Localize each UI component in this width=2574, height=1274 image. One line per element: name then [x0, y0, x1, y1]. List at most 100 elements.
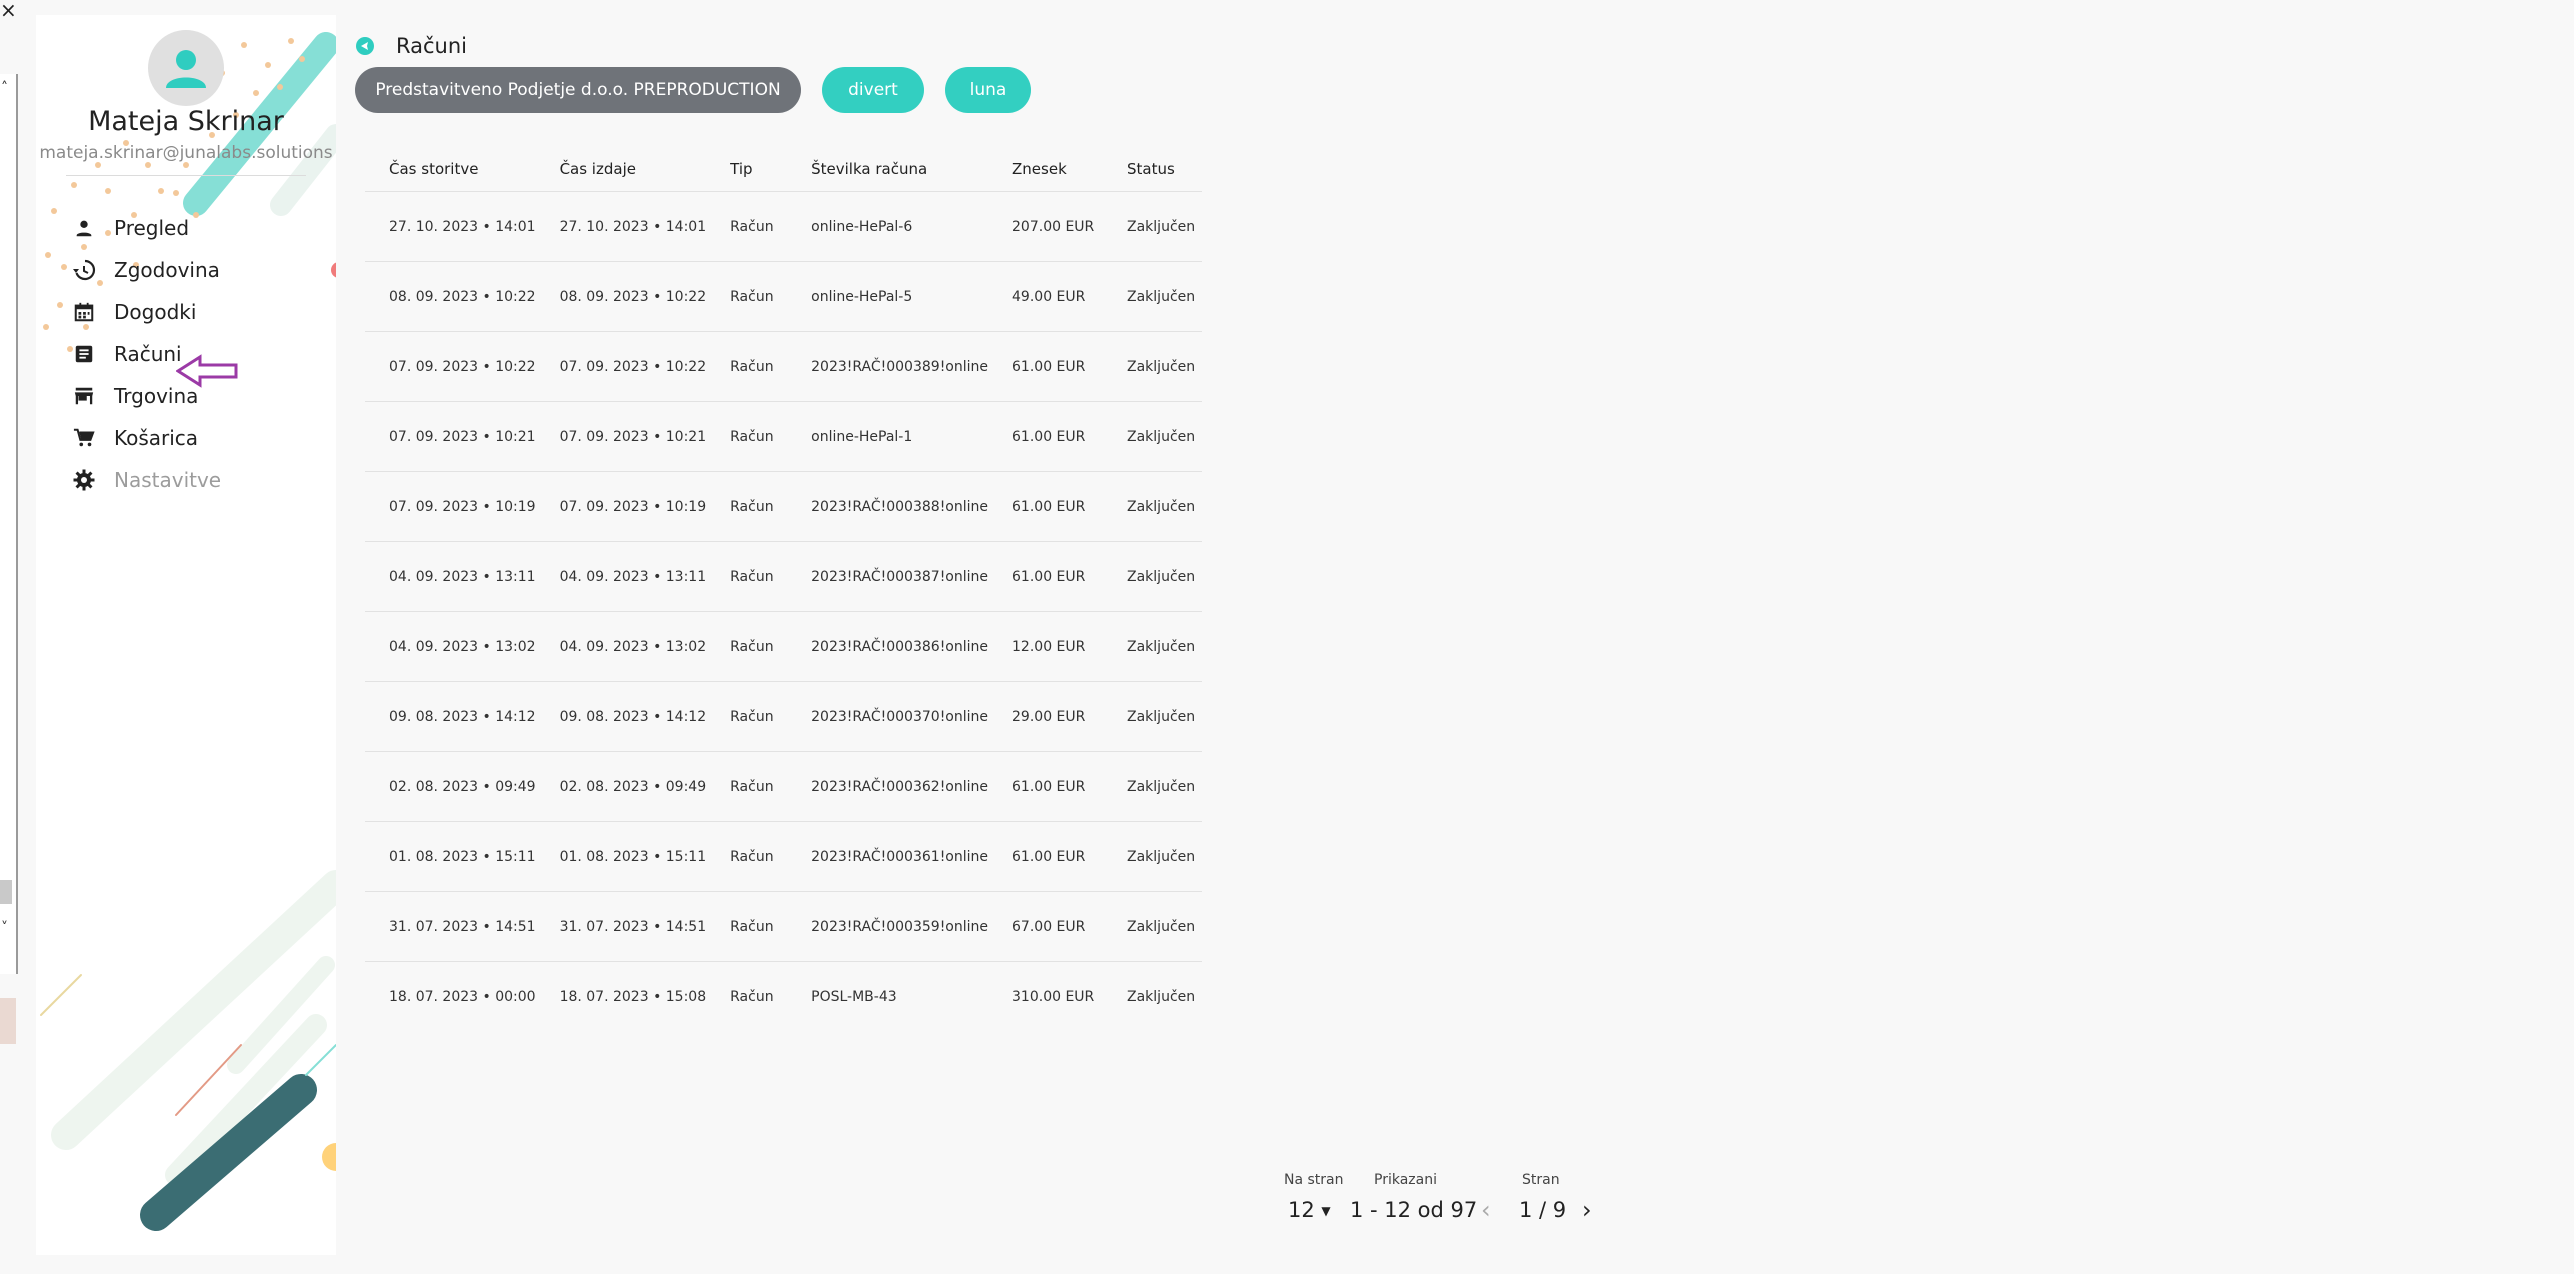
number-cell: 2023!RAČ!000361!online	[787, 821, 989, 892]
table-row[interactable]: 18. 07. 2023 • 00:00 18. 07. 2023 • 15:0…	[365, 962, 1202, 1032]
number-cell: online-HePal-5	[787, 261, 989, 332]
issue-time-cell: 04. 09. 2023 • 13:11	[535, 541, 707, 612]
amount-cell: 310.00 EUR	[1012, 988, 1095, 1005]
service-time-cell: 07. 09. 2023 • 10:21	[365, 401, 536, 472]
issue-time-cell: 01. 08. 2023 • 15:11	[535, 821, 707, 892]
status-cell: Zaključen	[1103, 891, 1202, 962]
table-row[interactable]: 09. 08. 2023 • 14:12 09. 08. 2023 • 14:1…	[365, 681, 1202, 752]
back-arrow-icon[interactable]	[356, 37, 374, 55]
amount-cell: 61.00 EUR	[988, 331, 1104, 402]
gear-icon	[70, 466, 98, 494]
person-icon	[70, 214, 98, 242]
service-time-cell: 07. 09. 2023 • 10:19	[365, 471, 536, 542]
store-icon	[70, 382, 98, 410]
sidebar-item-label: Nastavitve	[114, 468, 222, 492]
status-cell: Zaključen	[1103, 401, 1202, 472]
divert-filter-chip[interactable]: divert	[822, 67, 924, 113]
service-time-cell: 02. 08. 2023 • 09:49	[365, 751, 536, 822]
left-arrow-annotation-icon	[176, 354, 238, 388]
panel-fragment	[0, 998, 16, 1044]
table-row[interactable]: 07. 09. 2023 • 10:19 07. 09. 2023 • 10:1…	[365, 471, 1202, 542]
company-filter-chip[interactable]: Predstavitveno Podjetje d.o.o. PREPRODUC…	[355, 67, 801, 113]
sidebar-item-label: Pregled	[114, 216, 190, 240]
issue-time-cell: 18. 07. 2023 • 15:08	[559, 988, 707, 1005]
column-header-issue-time[interactable]: Čas izdaje	[535, 147, 707, 192]
table-row[interactable]: 04. 09. 2023 • 13:11 04. 09. 2023 • 13:1…	[365, 541, 1202, 612]
number-cell: 2023!RAČ!000387!online	[787, 541, 989, 612]
type-cell: Račun	[706, 751, 788, 822]
luna-filter-chip[interactable]: luna	[945, 67, 1031, 113]
table-row[interactable]: 04. 09. 2023 • 13:02 04. 09. 2023 • 13:0…	[365, 611, 1202, 682]
type-cell: Račun	[706, 821, 788, 892]
service-time-cell: 04. 09. 2023 • 13:02	[365, 611, 536, 682]
sidebar-item-nastavitve[interactable]: Nastavitve	[70, 459, 221, 501]
calendar-icon	[70, 298, 98, 326]
sidebar-item-zgodovina[interactable]: Zgodovina	[70, 249, 221, 291]
page-header: Računi	[356, 34, 467, 58]
number-cell: POSL-MB-43	[811, 988, 897, 1005]
number-cell: 2023!RAČ!000389!online	[787, 331, 989, 402]
status-cell: Zaključen	[1103, 471, 1202, 542]
shown-range: 1 - 12 od 97	[1350, 1198, 1478, 1222]
type-cell: Račun	[706, 471, 788, 542]
service-time-cell: 01. 08. 2023 • 15:11	[365, 821, 536, 892]
sidebar: Mateja Skrinar mateja.skrinar@junalabs.s…	[36, 15, 336, 1255]
table-row[interactable]: 07. 09. 2023 • 10:22 07. 09. 2023 • 10:2…	[365, 331, 1202, 402]
status-cell: Zaključen	[1103, 681, 1202, 752]
amount-cell: 61.00 EUR	[988, 401, 1104, 472]
type-cell: Račun	[706, 681, 788, 752]
issue-time-cell: 07. 09. 2023 • 10:22	[535, 331, 707, 402]
decorative-background	[40, 32, 336, 1231]
table-row[interactable]: 07. 09. 2023 • 10:21 07. 09. 2023 • 10:2…	[365, 401, 1202, 472]
table-row[interactable]: 27. 10. 2023 • 14:01 27. 10. 2023 • 14:0…	[365, 191, 1202, 262]
issue-time-cell: 08. 09. 2023 • 10:22	[535, 261, 707, 332]
issue-time-cell: 07. 09. 2023 • 10:21	[535, 401, 707, 472]
number-cell: 2023!RAČ!000370!online	[787, 681, 989, 752]
avatar[interactable]	[148, 30, 224, 106]
amount-cell: 49.00 EUR	[988, 261, 1104, 332]
type-cell: Račun	[730, 988, 774, 1005]
scroll-down-icon[interactable]: ˅	[1, 920, 8, 936]
close-icon[interactable]: ×	[0, 0, 17, 20]
issue-time-cell: 02. 08. 2023 • 09:49	[535, 751, 707, 822]
table-row[interactable]: 08. 09. 2023 • 10:22 08. 09. 2023 • 10:2…	[365, 261, 1202, 332]
type-cell: Račun	[706, 331, 788, 402]
per-page-select[interactable]: 12 ▼	[1288, 1198, 1331, 1222]
shown-label: Prikazani	[1374, 1172, 1437, 1188]
history-icon	[70, 256, 98, 284]
service-time-cell: 31. 07. 2023 • 14:51	[365, 891, 536, 962]
amount-cell: 12.00 EUR	[988, 611, 1104, 682]
sidebar-item-dogodki[interactable]: Dogodki	[70, 291, 221, 333]
amount-cell: 67.00 EUR	[988, 891, 1104, 962]
chevron-left-icon[interactable]: ‹	[1481, 1196, 1491, 1224]
number-cell: 2023!RAČ!000386!online	[787, 611, 989, 682]
column-header-service-time[interactable]: Čas storitve	[365, 147, 536, 192]
user-name: Mateja Skrinar	[88, 106, 284, 137]
divider	[66, 175, 306, 176]
table-header-row: Čas storitve Čas izdaje Tip Številka rač…	[365, 147, 1202, 192]
type-cell: Račun	[706, 401, 788, 472]
service-time-cell: 27. 10. 2023 • 14:01	[365, 191, 536, 262]
scroll-up-icon[interactable]: ˄	[1, 80, 8, 96]
table-row[interactable]: 01. 08. 2023 • 15:11 01. 08. 2023 • 15:1…	[365, 821, 1202, 892]
sidebar-item-kosarica[interactable]: Košarica	[70, 417, 221, 459]
status-cell: Zaključen	[1103, 191, 1202, 262]
page-title: Računi	[396, 34, 467, 58]
sidebar-item-pregled[interactable]: Pregled	[70, 207, 221, 249]
status-cell: Zaključen	[1103, 541, 1202, 612]
scrollbar-thumb[interactable]	[0, 880, 12, 904]
column-header-amount[interactable]: Znesek	[988, 147, 1104, 192]
column-header-status[interactable]: Status	[1103, 147, 1202, 192]
table-row[interactable]: 02. 08. 2023 • 09:49 02. 08. 2023 • 09:4…	[365, 751, 1202, 822]
chevron-right-icon[interactable]: ›	[1582, 1196, 1592, 1224]
table-row[interactable]: 31. 07. 2023 • 14:51 31. 07. 2023 • 14:5…	[365, 891, 1202, 962]
status-cell: Zaključen	[1103, 611, 1202, 682]
column-header-type[interactable]: Tip	[706, 147, 788, 192]
sidebar-item-label: Dogodki	[114, 300, 197, 324]
person-avatar-icon	[166, 50, 206, 88]
user-email: mateja.skrinar@junalabs.solutions	[39, 143, 333, 163]
service-time-cell: 07. 09. 2023 • 10:22	[365, 331, 536, 402]
column-header-number[interactable]: Številka računa	[787, 147, 989, 192]
per-page-label: Na stran	[1284, 1172, 1344, 1188]
issue-time-cell: 27. 10. 2023 • 14:01	[535, 191, 707, 262]
